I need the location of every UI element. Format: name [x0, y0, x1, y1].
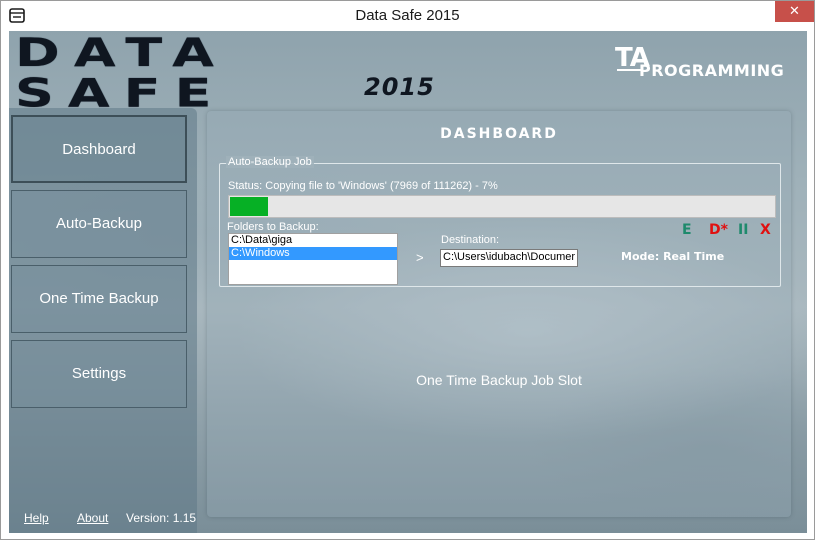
- folders-label: Folders to Backup:: [227, 221, 319, 233]
- sidebar-item-settings[interactable]: Settings: [11, 340, 187, 408]
- brand-programming: PROGRAMMING: [639, 61, 785, 80]
- job-group-legend: Auto-Backup Job: [226, 156, 314, 168]
- job-status-text: Status: Copying file to 'Windows' (7969 …: [228, 180, 498, 192]
- auto-backup-job-group: Auto-Backup Job Status: Copying file to …: [219, 156, 781, 287]
- sidebar-item-one-time-backup[interactable]: One Time Backup: [11, 265, 187, 333]
- folders-list[interactable]: C:\Data\giga C:\Windows: [228, 233, 398, 285]
- version-label: Version: 1.15: [126, 511, 197, 525]
- sidebar-item-dashboard[interactable]: Dashboard: [11, 115, 187, 183]
- logo-year: 2015: [364, 73, 435, 101]
- job-progress-bar: [228, 195, 776, 218]
- stop-job-button[interactable]: X: [760, 222, 771, 238]
- list-item[interactable]: C:\Data\giga: [229, 234, 397, 247]
- help-link[interactable]: Help: [24, 511, 49, 525]
- destination-label: Destination:: [441, 234, 500, 246]
- mode-label: Mode: Real Time: [621, 250, 725, 263]
- sidebar-item-auto-backup[interactable]: Auto-Backup: [11, 190, 187, 258]
- app-window: Data Safe 2015 ✕ DATA SAFE 2015 TA PROGR…: [0, 0, 815, 540]
- destination-field[interactable]: C:\Users\idubach\Documer: [440, 249, 578, 267]
- close-button[interactable]: ✕: [775, 1, 814, 22]
- delete-job-button[interactable]: D*: [709, 222, 728, 238]
- about-link[interactable]: About: [77, 511, 108, 525]
- pause-job-button[interactable]: II: [738, 222, 748, 238]
- page-title: DASHBOARD: [440, 126, 558, 142]
- arrow-label: >: [416, 250, 424, 265]
- logo-title: DATA SAFE: [15, 31, 228, 116]
- close-icon: ✕: [789, 4, 800, 19]
- dashboard-panel: DASHBOARD Auto-Backup Job Status: Copyin…: [207, 111, 791, 517]
- edit-job-button[interactable]: E: [682, 222, 692, 238]
- sidebar: Dashboard Auto-Backup One Time Backup Se…: [9, 108, 197, 533]
- window-title: Data Safe 2015: [355, 7, 460, 24]
- brand-underline: [617, 69, 641, 71]
- client-area: DATA SAFE 2015 TA PROGRAMMING Dashboard …: [9, 31, 807, 533]
- one-time-backup-slot-text: One Time Backup Job Slot: [416, 372, 582, 388]
- job-progress-fill: [230, 197, 268, 216]
- title-bar[interactable]: Data Safe 2015 ✕: [1, 1, 814, 31]
- list-item[interactable]: C:\Windows: [229, 247, 397, 260]
